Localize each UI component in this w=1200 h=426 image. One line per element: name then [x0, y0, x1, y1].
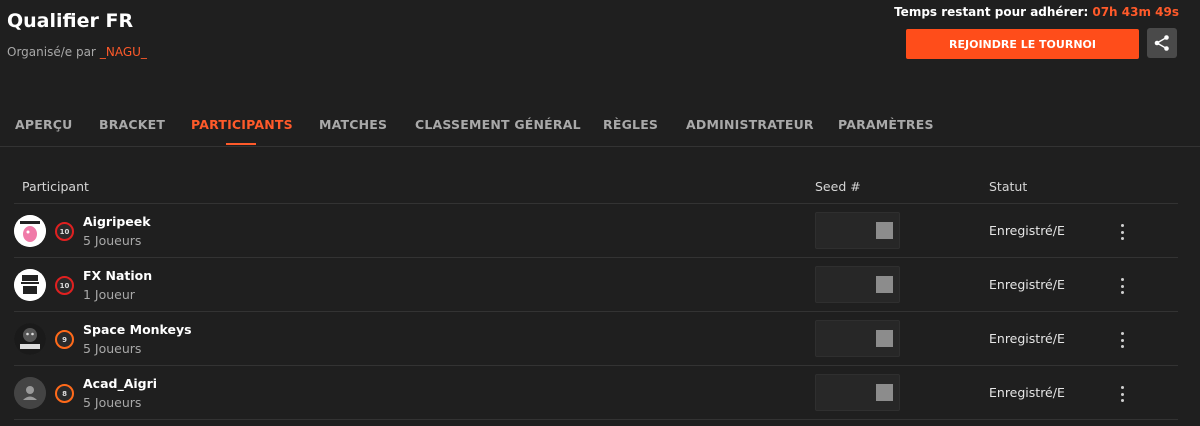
seed-checkbox[interactable] [876, 330, 893, 347]
team-name[interactable]: Space Monkeys [83, 322, 192, 337]
skill-level-badge: 10 [55, 222, 74, 241]
team-logo-fx-nation[interactable] [14, 269, 46, 301]
join-tournament-button[interactable]: REJOINDRE LE TOURNOI [906, 29, 1139, 59]
table-divider [14, 203, 1178, 204]
registration-countdown: Temps restant pour adhérer: 07h 43m 49s [894, 5, 1179, 19]
team-player-count: 5 Joueurs [83, 341, 142, 356]
share-button[interactable] [1147, 28, 1177, 58]
team-player-count: 5 Joueurs [83, 233, 142, 248]
tab-participants[interactable]: PARTICIPANTS [191, 117, 293, 132]
team-player-count: 5 Joueurs [83, 395, 142, 410]
team-player-count: 1 Joueur [83, 287, 135, 302]
tab-administrateur[interactable]: ADMINISTRATEUR [686, 117, 814, 132]
column-header-status[interactable]: Statut [989, 179, 1027, 194]
row-menu-icon[interactable] [1115, 330, 1129, 350]
team-logo-aigripeek-image [14, 215, 46, 247]
team-logo-fx-nation-image [14, 269, 46, 301]
skill-level-badge: 10 [55, 276, 74, 295]
row-menu-icon[interactable] [1115, 384, 1129, 404]
registration-status: Enregistré/E [989, 331, 1065, 346]
skill-level-badge: 9 [55, 330, 74, 349]
column-header-participant[interactable]: Participant [22, 179, 89, 194]
tabs-divider [0, 146, 1200, 147]
seed-input[interactable] [815, 320, 900, 357]
default-user-avatar[interactable] [14, 377, 46, 409]
tournament-title: Qualifier FR [7, 10, 134, 32]
team-name[interactable]: Aigripeek [83, 214, 151, 229]
table-divider [14, 419, 1178, 420]
table-divider [14, 257, 1178, 258]
table-divider [14, 365, 1178, 366]
seed-input[interactable] [815, 212, 900, 249]
row-menu-icon[interactable] [1115, 276, 1129, 296]
organized-by-label: Organisé/e par [7, 45, 96, 59]
countdown-value: 07h 43m 49s [1092, 5, 1179, 19]
tab-bracket[interactable]: BRACKET [99, 117, 165, 132]
tab-regles[interactable]: RÈGLES [603, 117, 658, 132]
tournament-tabs: APERÇU BRACKET PARTICIPANTS MATCHES CLAS… [0, 110, 1200, 146]
seed-input[interactable] [815, 374, 900, 411]
registration-status: Enregistré/E [989, 277, 1065, 292]
default-user-icon [14, 377, 46, 409]
team-logo-space-monkeys[interactable] [14, 323, 46, 355]
table-divider [14, 311, 1178, 312]
column-header-seed[interactable]: Seed # [815, 179, 861, 194]
registration-status: Enregistré/E [989, 223, 1065, 238]
countdown-label: Temps restant pour adhérer: [894, 5, 1089, 19]
team-logo-space-monkeys-image [14, 323, 46, 355]
tab-matches[interactable]: MATCHES [319, 117, 387, 132]
team-logo-aigripeek[interactable] [14, 215, 46, 247]
active-tab-indicator [226, 143, 256, 145]
team-name[interactable]: Acad_Aigri [83, 376, 157, 391]
row-menu-icon[interactable] [1115, 222, 1129, 242]
tab-parametres[interactable]: PARAMÈTRES [838, 117, 934, 132]
seed-checkbox[interactable] [876, 276, 893, 293]
registration-status: Enregistré/E [989, 385, 1065, 400]
skill-level-badge: 8 [55, 384, 74, 403]
share-icon [1154, 35, 1169, 51]
tab-apercu[interactable]: APERÇU [15, 117, 73, 132]
seed-checkbox[interactable] [876, 384, 893, 401]
tab-classement-general[interactable]: CLASSEMENT GÉNÉRAL [415, 117, 581, 132]
seed-checkbox[interactable] [876, 222, 893, 239]
seed-input[interactable] [815, 266, 900, 303]
organizer-link[interactable]: _NAGU_ [100, 45, 147, 59]
organizer-line: Organisé/e par _NAGU_ [7, 45, 147, 59]
team-name[interactable]: FX Nation [83, 268, 152, 283]
